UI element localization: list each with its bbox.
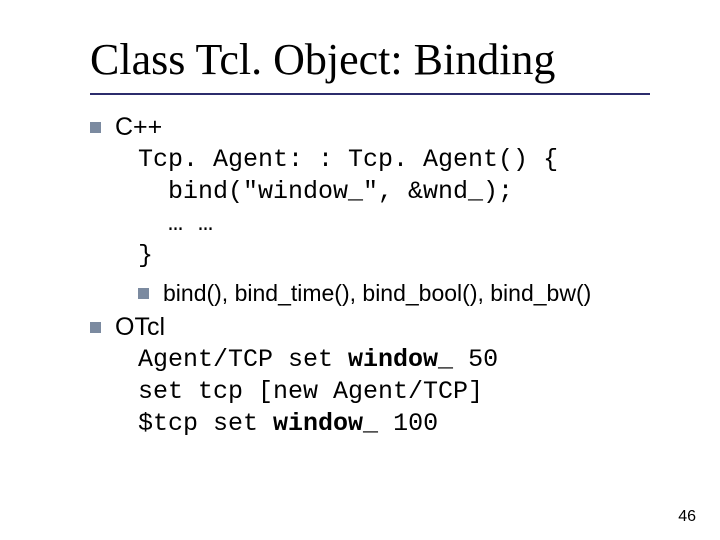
otcl-code-block: Agent/TCP set window_ 50 set tcp [new Ag… (138, 344, 670, 440)
page-title: Class Tcl. Object: Binding (90, 34, 670, 85)
bullet-bind-functions: bind(), bind_time(), bind_bool(), bind_b… (138, 280, 670, 307)
otcl-label: OTcl (115, 313, 165, 342)
bind-functions-label: bind(), bind_time(), bind_bool(), bind_b… (163, 280, 591, 307)
bullet-otcl: OTcl (90, 313, 670, 342)
code-bold: window_ (348, 345, 453, 374)
cpp-code-block: Tcp. Agent: : Tcp. Agent() { bind("windo… (138, 144, 670, 272)
cpp-label: C++ (115, 113, 162, 142)
code-line: set tcp [new Agent/TCP] (138, 377, 483, 406)
code-line: 100 (378, 409, 438, 438)
slide-body: C++ Tcp. Agent: : Tcp. Agent() { bind("w… (90, 113, 670, 440)
square-bullet-icon (138, 288, 149, 299)
code-line: bind("window_", &wnd_); (138, 177, 513, 206)
square-bullet-icon (90, 322, 101, 333)
code-line: 50 (453, 345, 498, 374)
bullet-cpp: C++ (90, 113, 670, 142)
code-line: … … (138, 209, 213, 238)
code-line: } (138, 241, 153, 270)
title-underline (90, 93, 650, 95)
page-number: 46 (678, 508, 696, 526)
code-line: $tcp set (138, 409, 273, 438)
slide: Class Tcl. Object: Binding C++ Tcp. Agen… (0, 0, 720, 540)
code-line: Agent/TCP set (138, 345, 348, 374)
code-bold: window_ (273, 409, 378, 438)
square-bullet-icon (90, 122, 101, 133)
code-line: Tcp. Agent: : Tcp. Agent() { (138, 145, 558, 174)
